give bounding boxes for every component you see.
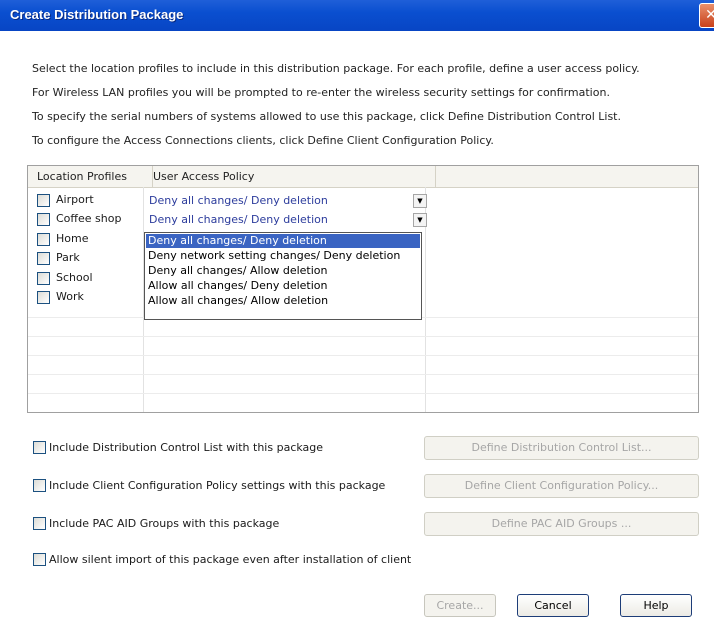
instruction-line-1: Select the location profiles to include … [32,62,640,75]
profile-label: Coffee shop [56,212,122,225]
policy-value: Deny all changes/ Deny deletion [149,194,328,207]
cancel-button[interactable]: Cancel [517,594,589,617]
chevron-down-icon[interactable]: ▼ [413,213,427,227]
checkbox-include-pac[interactable] [33,517,46,530]
define-pac-button[interactable]: Define PAC AID Groups ... [424,512,699,536]
dropdown-option[interactable]: Deny network setting changes/ Deny delet… [146,249,420,263]
dropdown-option-selected[interactable]: Deny all changes/ Deny deletion [146,234,420,248]
help-button[interactable]: Help [620,594,692,617]
checkbox-include-ccp[interactable] [33,479,46,492]
window-title: Create Distribution Package [10,7,184,22]
profiles-table: Location Profiles User Access Policy Air… [27,165,699,413]
grid-line [28,355,698,356]
grid-line [28,374,698,375]
option-label: Allow silent import of this package even… [49,553,412,566]
checkbox-allow-silent-import[interactable] [33,553,46,566]
checkbox-home[interactable] [37,233,50,246]
profile-label: Park [56,251,80,264]
checkbox-park[interactable] [37,252,50,265]
define-ccp-button[interactable]: Define Client Configuration Policy... [424,474,699,498]
grid-line [28,336,698,337]
policy-value: Deny all changes/ Deny deletion [149,213,328,226]
dropdown-option[interactable]: Deny all changes/ Allow deletion [146,264,420,278]
policy-dropdown-list: Deny all changes/ Deny deletion Deny net… [144,232,422,320]
dropdown-option[interactable]: Allow all changes/ Allow deletion [146,294,420,308]
option-label: Include Distribution Control List with t… [49,441,324,454]
dropdown-option[interactable]: Allow all changes/ Deny deletion [146,279,420,293]
policy-select-airport[interactable]: Deny all changes/ Deny deletion ▼ [146,193,431,210]
create-button[interactable]: Create... [424,594,496,617]
checkbox-airport[interactable] [37,194,50,207]
checkbox-school[interactable] [37,272,50,285]
column-header-user-access-policy[interactable]: User Access Policy [143,166,436,187]
option-label: Include PAC AID Groups with this package [49,517,280,530]
instruction-line-4: To configure the Access Connections clie… [32,134,494,147]
profile-label: Work [56,290,84,303]
instruction-line-2: For Wireless LAN profiles you will be pr… [32,86,610,99]
profile-label: Home [56,232,89,245]
table-header: Location Profiles User Access Policy [28,166,698,188]
checkbox-work[interactable] [37,291,50,304]
define-dcl-button[interactable]: Define Distribution Control List... [424,436,699,460]
grid-line [28,393,698,394]
checkbox-include-dcl[interactable] [33,441,46,454]
title-bar: Create Distribution Package ✕ [0,0,714,31]
profile-label: School [56,271,93,284]
policy-select-coffee-shop[interactable]: Deny all changes/ Deny deletion ▼ [146,212,431,229]
profile-label: Airport [56,193,94,206]
option-label: Include Client Configuration Policy sett… [49,479,386,492]
close-button[interactable]: ✕ [699,3,714,28]
column-header-location-profiles[interactable]: Location Profiles [28,166,153,187]
instruction-line-3: To specify the serial numbers of systems… [32,110,621,123]
chevron-down-icon[interactable]: ▼ [413,194,427,208]
checkbox-coffee-shop[interactable] [37,213,50,226]
